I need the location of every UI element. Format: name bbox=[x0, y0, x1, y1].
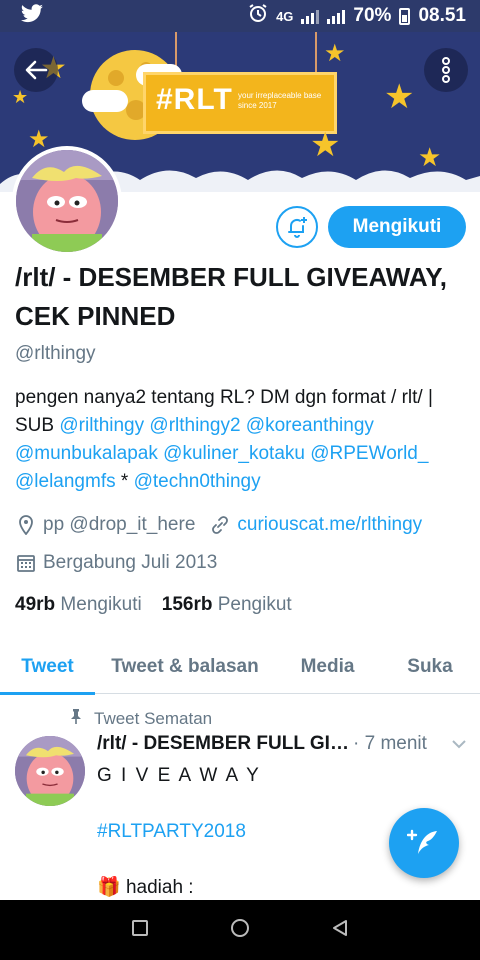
chevron-down-icon[interactable] bbox=[451, 733, 467, 755]
mention-link[interactable]: @rlthingy2 bbox=[149, 415, 240, 436]
tab-tweet-replies[interactable]: Tweet & balasan bbox=[95, 640, 275, 694]
profile-meta-joined: Bergabung Juli 2013 bbox=[15, 552, 217, 574]
avatar-image bbox=[15, 736, 85, 806]
tweet-header: /rlt/ - DESEMBER FULL GIVEAWAY, CEK PINN… bbox=[97, 733, 467, 755]
pin-icon bbox=[70, 708, 82, 729]
avatar[interactable] bbox=[12, 146, 122, 256]
mention-link[interactable]: @kuliner_kotaku bbox=[163, 443, 305, 464]
mention-link[interactable]: @koreanthingy bbox=[246, 415, 374, 436]
profile-name: /rlt/ - DESEMBER FULL GIVEAWAY, CEK PINN… bbox=[15, 262, 447, 331]
tweet-body[interactable]: G I V E A W A Y #RLTPARTY2018 🎁 hadiah : bbox=[97, 762, 397, 902]
pinned-label: Tweet Sematan bbox=[94, 708, 213, 728]
battery-percent: 70% bbox=[353, 5, 392, 26]
tab-media[interactable]: Media bbox=[275, 640, 380, 694]
profile-handle: @rlthingy bbox=[15, 343, 96, 364]
android-nav-bar bbox=[0, 900, 480, 960]
gift-icon: 🎁 bbox=[97, 877, 121, 898]
cloud-illustration bbox=[82, 90, 128, 112]
tab-tweet[interactable]: Tweet bbox=[0, 640, 95, 695]
mention-link[interactable]: @RPEWorld_ bbox=[310, 443, 428, 464]
notifications-bell-button[interactable] bbox=[276, 206, 318, 248]
back-button[interactable] bbox=[14, 48, 58, 92]
following-count[interactable]: 49rb Mengikuti bbox=[15, 594, 142, 616]
twitter-bird-icon bbox=[20, 3, 44, 29]
tweet-avatar[interactable] bbox=[15, 736, 85, 806]
tab-likes[interactable]: Suka bbox=[380, 640, 480, 694]
profile-bio: pengen nanya2 tentang RL? DM dgn format … bbox=[15, 387, 433, 492]
follow-counts: 49rb Mengikuti 156rb Pengikut bbox=[15, 594, 292, 616]
star-icon: ★ bbox=[28, 126, 50, 153]
following-button[interactable]: Mengikuti bbox=[328, 206, 466, 248]
tweet-line: G I V E A W A Y bbox=[97, 765, 261, 786]
joined-text: Bergabung Juli 2013 bbox=[43, 552, 218, 573]
compose-tweet-button[interactable] bbox=[389, 808, 459, 878]
avatar-image bbox=[16, 150, 118, 252]
tweet-time: · 7 menit bbox=[353, 733, 427, 754]
calendar-icon bbox=[15, 552, 37, 574]
home-button[interactable] bbox=[229, 917, 251, 944]
bell-plus-icon bbox=[288, 217, 307, 238]
alarm-clock-icon bbox=[248, 3, 268, 29]
battery-icon bbox=[399, 7, 411, 25]
location-pin-icon bbox=[15, 514, 37, 536]
tweet-author[interactable]: /rlt/ - DESEMBER FULL GIVEAWAY, CEK PINN… bbox=[97, 733, 349, 755]
square-icon bbox=[131, 919, 148, 936]
feather-plus-icon bbox=[407, 829, 437, 854]
location-text: pp @drop_it_here bbox=[43, 514, 196, 535]
clock: 08.51 bbox=[418, 5, 466, 26]
website-link[interactable]: curiouscat.me/rlthingy bbox=[237, 514, 422, 536]
signal-icon-2 bbox=[327, 8, 346, 24]
banner-subtitle: your irreplaceable base since 2017 bbox=[238, 91, 322, 110]
signal-icon bbox=[301, 8, 320, 24]
mention-link[interactable]: @techn0thingy bbox=[134, 471, 261, 492]
profile-meta-location: pp @drop_it_here curiouscat.me/rlthingy bbox=[15, 514, 422, 536]
link-icon bbox=[209, 514, 231, 536]
mention-link[interactable]: @lelangmfs bbox=[15, 471, 116, 492]
star-icon: ★ bbox=[324, 40, 346, 67]
profile-tabs: Tweet Tweet & balasan Media Suka bbox=[0, 640, 480, 695]
status-bar: 4G 70% 08.51 bbox=[0, 0, 480, 32]
tweet-line: 🎁 hadiah : bbox=[97, 877, 194, 898]
star-icon: ★ bbox=[384, 78, 415, 116]
more-options-button[interactable] bbox=[424, 48, 468, 92]
star-icon: ★ bbox=[310, 126, 341, 164]
arrow-left-icon bbox=[25, 60, 48, 80]
pinned-indicator: Tweet Sematan bbox=[70, 708, 212, 729]
more-vertical-icon bbox=[442, 57, 450, 83]
circle-icon bbox=[230, 918, 249, 937]
recent-apps-button[interactable] bbox=[130, 918, 150, 943]
star-icon: ★ bbox=[12, 87, 29, 107]
back-nav-button[interactable] bbox=[330, 918, 350, 943]
followers-count[interactable]: 156rb Pengikut bbox=[162, 594, 292, 616]
triangle-back-icon bbox=[333, 919, 348, 936]
mention-link[interactable]: @rilthingy bbox=[59, 415, 144, 436]
mention-link[interactable]: @munbukalapak bbox=[15, 443, 158, 464]
banner-rope bbox=[315, 32, 317, 72]
banner-sign: #RLT your irreplaceable base since 2017 bbox=[143, 72, 337, 134]
hashtag-link[interactable]: #RLTPARTY2018 bbox=[97, 818, 397, 846]
network-type: 4G bbox=[276, 8, 294, 24]
